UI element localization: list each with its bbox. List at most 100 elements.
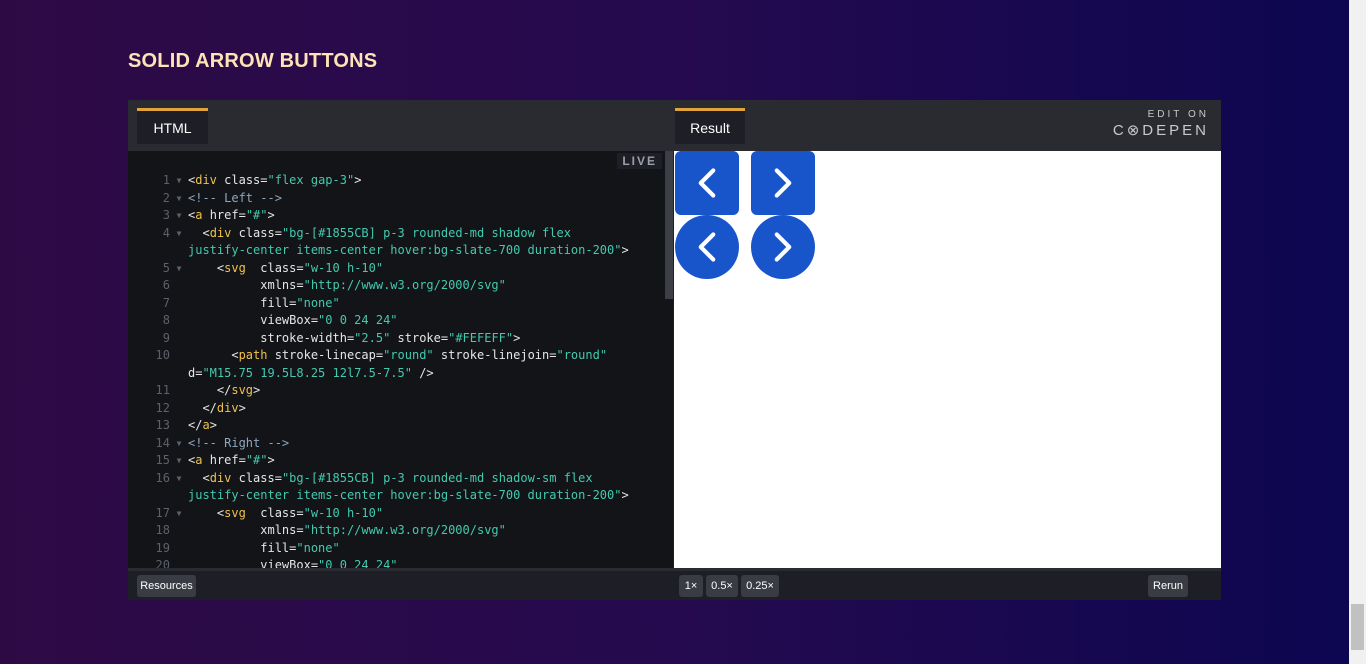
line-number: 4 bbox=[162, 225, 170, 240]
line-number: 20 bbox=[155, 558, 170, 568]
code-text: viewBox="0 0 24 24" bbox=[188, 558, 398, 568]
line-number: 17 bbox=[155, 505, 170, 520]
code-line: justify-center items-center hover:bg-sla… bbox=[128, 242, 629, 260]
code-text: </svg> bbox=[188, 383, 261, 397]
code-text: <div class="bg-[#1855CB] p-3 rounded-md … bbox=[188, 225, 571, 240]
edit-on-codepen-link[interactable]: EDIT ON C⊗DEPEN bbox=[1113, 109, 1209, 139]
code-text: justify-center items-center hover:bg-sla… bbox=[188, 488, 629, 502]
resources-button[interactable]: Resources bbox=[137, 575, 196, 597]
fold-toggle-icon[interactable]: ▼ bbox=[170, 225, 188, 243]
code-text: <svg class="w-10 h-10" bbox=[188, 260, 384, 275]
fold-toggle-icon[interactable]: ▼ bbox=[170, 505, 188, 523]
code-text: <svg class="w-10 h-10" bbox=[188, 505, 384, 520]
code-text: <path stroke-linecap="round" stroke-line… bbox=[188, 348, 608, 362]
code-text: <div class="flex gap-3"> bbox=[188, 173, 362, 187]
code-text: d="M15.75 19.5L8.25 12l7.5-7.5" /> bbox=[188, 365, 434, 380]
fold-toggle-icon[interactable]: ▼ bbox=[170, 470, 188, 488]
line-number: 18 bbox=[155, 523, 170, 537]
chevron-left-icon bbox=[698, 232, 716, 262]
tab-html[interactable]: HTML bbox=[137, 108, 208, 144]
code-line: 17 ▼ <svg class="w-10 h-10" bbox=[128, 505, 629, 523]
code-text: stroke-width="2.5" stroke="#FEFEFF"> bbox=[188, 330, 521, 345]
line-number: 3 bbox=[162, 208, 170, 222]
line-number: 7 bbox=[162, 295, 170, 310]
rerun-button[interactable]: Rerun bbox=[1148, 575, 1188, 597]
right-arrow-button-square[interactable] bbox=[751, 151, 815, 215]
line-number: 10 bbox=[155, 348, 170, 362]
zoom-0.25x-button[interactable]: 0.25× bbox=[741, 575, 779, 597]
fold-toggle-icon[interactable]: ▼ bbox=[170, 207, 188, 225]
fold-toggle-icon[interactable]: ▼ bbox=[170, 190, 188, 208]
code-line: 20 viewBox="0 0 24 24" bbox=[128, 557, 629, 568]
line-number: 13 bbox=[155, 418, 170, 432]
line-number: 14 bbox=[155, 435, 170, 450]
code-text: fill="none" bbox=[188, 295, 340, 310]
code-text: <a href="#"> bbox=[188, 208, 275, 222]
fold-toggle-icon[interactable]: ▼ bbox=[170, 435, 188, 453]
code-text: </a> bbox=[188, 418, 217, 432]
fold-toggle-icon[interactable]: ▼ bbox=[170, 260, 188, 278]
page-title: SOLID ARROW BUTTONS bbox=[128, 50, 378, 72]
page-scrollbar-thumb[interactable] bbox=[1351, 604, 1364, 650]
zoom-1x-button[interactable]: 1× bbox=[679, 575, 703, 597]
line-number: 16 bbox=[155, 470, 170, 485]
code-lines: 1 ▼ <div class="flex gap-3"> 2 ▼ <!-- Left --… bbox=[128, 172, 629, 568]
right-arrow-button-round[interactable] bbox=[751, 215, 815, 279]
code-line: 16 ▼ <div class="bg-[#1855CB] p-3 rounded… bbox=[128, 470, 629, 488]
embed-topbar: HTML Result EDIT ON C⊗DEPEN bbox=[128, 100, 1221, 151]
code-line: 8 viewBox="0 0 24 24" bbox=[128, 312, 629, 330]
line-number: 2 bbox=[162, 190, 170, 205]
page-scrollbar[interactable] bbox=[1349, 0, 1366, 664]
code-text: <div class="bg-[#1855CB] p-3 rounded-md … bbox=[188, 470, 593, 485]
code-text: viewBox="0 0 24 24" bbox=[188, 313, 398, 327]
chevron-left-icon bbox=[698, 168, 716, 198]
code-line: 15 ▼ <a href="#"> bbox=[128, 452, 629, 470]
line-number: 19 bbox=[155, 540, 170, 555]
html-code-editor[interactable]: 1 ▼ <div class="flex gap-3"> 2 ▼ <!-- Left --… bbox=[128, 151, 673, 568]
chevron-right-icon bbox=[774, 232, 792, 262]
code-text: </div> bbox=[188, 400, 246, 415]
code-line: 18 xmlns="http://www.w3.org/2000/svg" bbox=[128, 522, 629, 540]
chevron-right-icon bbox=[774, 168, 792, 198]
code-line: 1 ▼ <div class="flex gap-3"> bbox=[128, 172, 629, 190]
line-number bbox=[128, 487, 170, 505]
code-line: 6 xmlns="http://www.w3.org/2000/svg" bbox=[128, 277, 629, 295]
zoom-0.5x-button[interactable]: 0.5× bbox=[706, 575, 738, 597]
line-number: 8 bbox=[162, 313, 170, 327]
fold-toggle-icon[interactable]: ▼ bbox=[170, 172, 188, 190]
line-number bbox=[128, 365, 170, 383]
line-number: 12 bbox=[155, 400, 170, 415]
line-number: 1 bbox=[162, 173, 170, 187]
code-text: xmlns="http://www.w3.org/2000/svg" bbox=[188, 278, 506, 292]
code-scrollbar[interactable] bbox=[665, 151, 673, 299]
code-line: 14 ▼ <!-- Right --> bbox=[128, 435, 629, 453]
code-line: 10 <path stroke-linecap="round" stroke-l… bbox=[128, 347, 629, 365]
left-arrow-button-round[interactable] bbox=[675, 215, 739, 279]
code-text: <!-- Left --> bbox=[188, 190, 282, 205]
code-line: 19 fill="none" bbox=[128, 540, 629, 558]
left-arrow-button-square[interactable] bbox=[675, 151, 739, 215]
tab-result[interactable]: Result bbox=[675, 108, 745, 144]
code-line: 4 ▼ <div class="bg-[#1855CB] p-3 rounded-… bbox=[128, 225, 629, 243]
code-text: xmlns="http://www.w3.org/2000/svg" bbox=[188, 523, 506, 537]
code-text: <!-- Right --> bbox=[188, 435, 290, 450]
line-number: 15 bbox=[155, 453, 170, 467]
code-line: 9 stroke-width="2.5" stroke="#FEFEFF"> bbox=[128, 330, 629, 348]
code-line: 12 </div> bbox=[128, 400, 629, 418]
code-line: 5 ▼ <svg class="w-10 h-10" bbox=[128, 260, 629, 278]
code-line: 2 ▼ <!-- Left --> bbox=[128, 190, 629, 208]
fold-toggle-icon[interactable]: ▼ bbox=[170, 452, 188, 470]
live-badge: LIVE bbox=[617, 153, 662, 169]
line-number bbox=[128, 242, 170, 260]
line-number: 6 bbox=[162, 278, 170, 292]
